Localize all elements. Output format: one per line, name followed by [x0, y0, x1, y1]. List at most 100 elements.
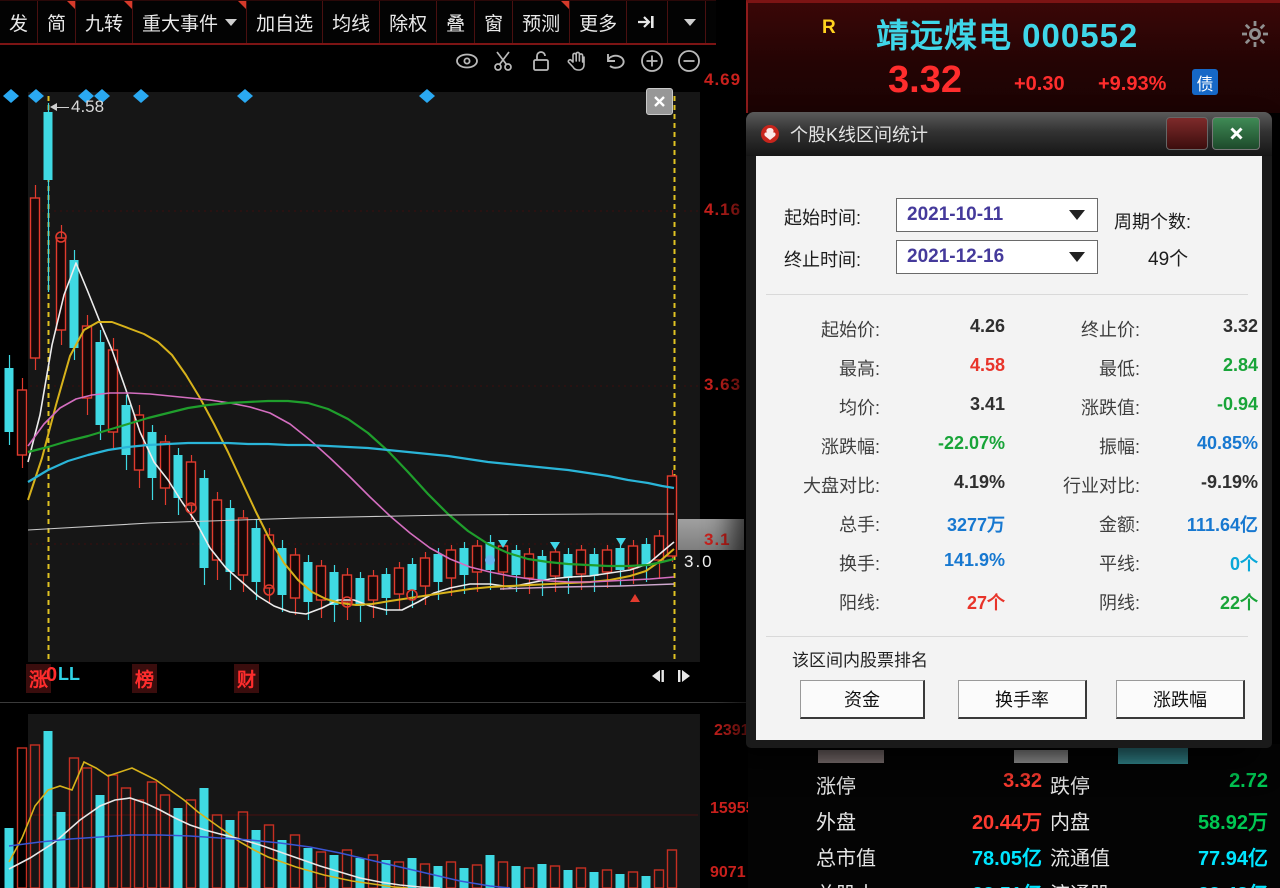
candle-down: [252, 528, 261, 582]
ranking-button-2[interactable]: 涨跌幅: [1116, 680, 1245, 719]
volume-bar: [616, 874, 625, 888]
last-price: 3.32: [888, 59, 962, 102]
candle-down: [564, 554, 573, 578]
stat-v1-row-1: 4.58: [886, 355, 1005, 376]
candle-down: [382, 574, 391, 598]
end-date-dropdown[interactable]: 2021-12-16: [896, 240, 1098, 274]
toolbar-item-8[interactable]: 窗: [475, 1, 513, 43]
scissors-icon[interactable]: [492, 48, 516, 74]
volume-bar: [486, 855, 495, 888]
indicator-tag[interactable]: 榜: [132, 664, 157, 693]
volume-bar: [564, 870, 573, 888]
stat-l1-row-0: 起始价:: [756, 316, 880, 342]
toolbar-item-label: 发: [9, 9, 28, 36]
candle-up: [57, 238, 66, 330]
candle-up: [213, 500, 222, 560]
bond-badge[interactable]: 债: [1192, 69, 1218, 95]
candle-down: [44, 112, 53, 180]
eye-icon[interactable]: [455, 48, 479, 74]
stock-title: 靖远煤电 000552: [876, 9, 1138, 57]
close-icon: [1229, 126, 1244, 141]
price-change: +0.30: [1014, 73, 1065, 96]
toolbar-item-label: 均线: [332, 9, 370, 36]
marker-arrow-icon: [50, 103, 57, 111]
stat-l2-row-1: 最低:: [996, 355, 1140, 381]
chevron-down-icon: [1069, 210, 1085, 220]
stat-l1-row-7: 阳线:: [756, 589, 880, 615]
stat-l2-row-6: 平线:: [996, 550, 1140, 576]
arrow-to-bar-icon: [636, 14, 658, 30]
toolbar-item-label: 更多: [579, 9, 617, 36]
stat-v1-row-0: 4.26: [886, 316, 1005, 337]
marker-dash: [57, 107, 69, 108]
stat-v1-row-6: 141.9%: [886, 550, 1005, 571]
occluded-text-fragment: [1014, 750, 1068, 763]
toolbar-item-7[interactable]: 叠: [437, 1, 475, 43]
toolbar-item-4[interactable]: 加自选: [247, 1, 323, 43]
chart-pane-close-button[interactable]: [646, 88, 673, 115]
event-diamond-icon[interactable]: [3, 89, 19, 103]
occluded-text-fragment: [1118, 748, 1188, 764]
app-logo-icon: [760, 124, 780, 144]
main-plot-bg[interactable]: [28, 92, 700, 662]
chevron-down-icon: [1069, 252, 1085, 262]
pane-divider[interactable]: [0, 702, 746, 703]
candle-down: [226, 508, 235, 572]
info-value: 78.05亿: [908, 842, 1042, 871]
candle-up: [577, 550, 586, 574]
stat-v2-row-6: 0个: [1146, 550, 1258, 576]
stat-l1-row-4: 大盘对比:: [756, 472, 880, 498]
ranking-button-1[interactable]: 换手率: [958, 680, 1087, 719]
page-next-icon[interactable]: [676, 668, 694, 689]
gear-icon[interactable]: [1242, 21, 1268, 52]
toolbar-item-1[interactable]: 简: [38, 1, 76, 43]
info-label: 外盘: [816, 806, 856, 835]
zoom-in-icon[interactable]: [640, 48, 664, 74]
indicator-tag-row: 涨0LL榜财: [0, 664, 710, 692]
toolbar-item-10[interactable]: 更多: [570, 1, 627, 43]
volume-bar: [252, 830, 261, 888]
candle-up: [18, 390, 27, 455]
stat-v1-row-7: 27个: [886, 589, 1005, 615]
volume-axis-label: 9071: [710, 864, 746, 882]
toolbar-item-label: 九转: [85, 9, 123, 36]
stat-v2-row-3: 40.85%: [1146, 433, 1258, 454]
toolbar-item-dropdown[interactable]: [668, 1, 706, 43]
dialog-close-button[interactable]: [1212, 117, 1260, 150]
undo-icon[interactable]: [603, 48, 627, 74]
toolbar-item-next-pane[interactable]: [627, 1, 668, 43]
toolbar-item-6[interactable]: 除权: [380, 1, 437, 43]
stat-l1-row-2: 均价:: [756, 394, 880, 420]
indicator-tag[interactable]: 财: [234, 664, 259, 693]
info-label: 涨停: [816, 770, 856, 799]
toolbar-item-2[interactable]: 九转: [76, 1, 133, 43]
toolbar-item-9[interactable]: 预测: [513, 1, 570, 43]
hand-icon[interactable]: [566, 48, 590, 74]
volume-bar: [278, 840, 287, 888]
toolbar-item-3[interactable]: 重大事件: [133, 1, 247, 43]
candle-down: [96, 342, 105, 425]
candle-up: [421, 558, 430, 586]
lock-icon[interactable]: [529, 48, 553, 74]
toolbar-item-label: 叠: [446, 9, 465, 36]
page-prev-icon[interactable]: [648, 668, 666, 689]
candle-down: [304, 562, 313, 602]
kline-interval-stats-dialog: 个股K线区间统计 起始时间: 2021-10-11 终止时间: 2021-12-…: [746, 112, 1272, 748]
indicator-tag[interactable]: LL: [58, 664, 80, 685]
ranking-button-0[interactable]: 资金: [800, 680, 925, 719]
zoom-out-icon[interactable]: [677, 48, 701, 74]
start-date-dropdown[interactable]: 2021-10-11: [896, 198, 1098, 232]
toolbar-item-0[interactable]: 发: [0, 1, 38, 43]
info-value: 2.72: [1128, 770, 1268, 793]
info-label: 流通值: [1050, 842, 1110, 871]
volume-bar: [200, 788, 209, 888]
toolbar-item-label: 窗: [484, 9, 503, 36]
indicator-tag[interactable]: 0: [46, 664, 57, 687]
toolbar-item-5[interactable]: 均线: [323, 1, 380, 43]
stat-l2-row-2: 涨跌值:: [996, 394, 1140, 420]
dialog-secondary-button[interactable]: [1166, 117, 1208, 150]
stat-l2-row-0: 终止价:: [996, 316, 1140, 342]
candle-up: [239, 518, 248, 575]
stat-l2-row-7: 阴线:: [996, 589, 1140, 615]
stat-v2-row-1: 2.84: [1146, 355, 1258, 376]
